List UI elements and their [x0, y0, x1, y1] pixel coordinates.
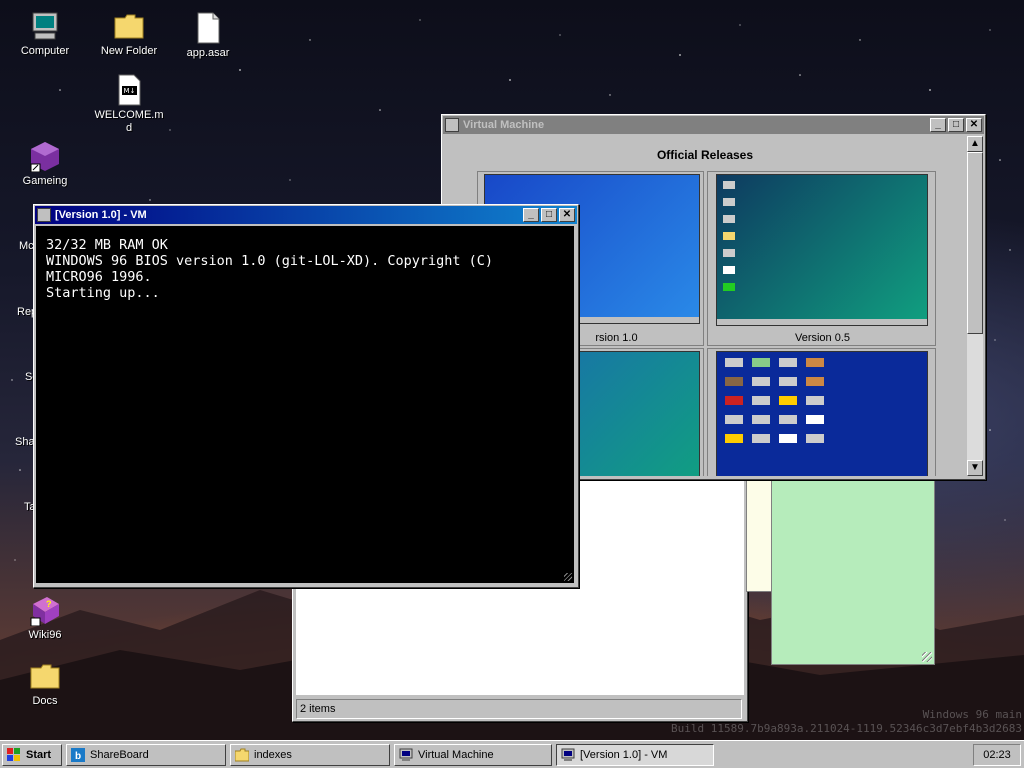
release-card-4[interactable]: [707, 348, 936, 476]
release-thumbnail: [716, 351, 928, 476]
minimize-button[interactable]: _: [930, 118, 946, 132]
markdown-file-icon: M↓: [113, 74, 145, 106]
scroll-thumb[interactable]: [967, 152, 983, 334]
folder-icon: [113, 10, 145, 42]
svg-text:M↓: M↓: [124, 87, 136, 95]
close-button[interactable]: ✕: [966, 118, 982, 132]
maximize-button[interactable]: □: [541, 208, 557, 222]
console-line: MICRO96 1996.: [46, 269, 152, 285]
console-screen[interactable]: 32/32 MB RAM OK WINDOWS 96 BIOS version …: [36, 226, 574, 583]
vm-icon: [399, 748, 413, 762]
watermark-line: Build 11589.7b9a893a.211024-1119.52346c3…: [671, 722, 1022, 735]
release-label: Version 0.5: [794, 332, 851, 344]
taskbar-item-label: Virtual Machine: [418, 749, 494, 761]
taskbar-item-label: [Version 1.0] - VM: [580, 749, 668, 761]
start-button[interactable]: Start: [2, 744, 62, 766]
desktop-icon-label: Docs: [32, 695, 58, 707]
desktop-icon-wiki96[interactable]: ? Wiki96: [9, 594, 81, 642]
desktop-icon-new-folder[interactable]: New Folder: [93, 10, 165, 58]
shareboard-icon: b: [71, 748, 85, 762]
start-label: Start: [26, 749, 52, 761]
release-thumbnail: [716, 174, 928, 326]
game-cube-icon: [29, 140, 61, 173]
desktop-icon-label: Computer: [20, 45, 70, 57]
desktop-icon-label: New Folder: [100, 45, 158, 57]
vm-icon: [445, 118, 459, 132]
computer-icon: [29, 10, 61, 42]
taskbar-item-shareboard[interactable]: b ShareBoard: [66, 744, 226, 766]
folder-icon: [234, 748, 250, 762]
console-line: WINDOWS 96 BIOS version 1.0 (git-LOL-XD)…: [46, 253, 494, 269]
svg-text:b: b: [75, 751, 81, 762]
green-pane-window: [771, 478, 935, 665]
desktop-icon-computer[interactable]: Computer: [9, 10, 81, 58]
desktop-icon-label: Gameing: [22, 175, 68, 187]
minimize-button[interactable]: _: [523, 208, 539, 222]
taskbar-item-version-vm[interactable]: [Version 1.0] - VM: [556, 744, 714, 766]
wiki-book-icon: ?: [29, 594, 61, 627]
maximize-button[interactable]: □: [948, 118, 964, 132]
resize-grip[interactable]: [922, 652, 932, 662]
svg-text:?: ?: [46, 599, 52, 609]
windows-logo-icon: [7, 748, 21, 762]
status-text: 2 items: [296, 699, 742, 719]
file-icon: [192, 12, 224, 44]
console-title-bar[interactable]: [Version 1.0] - VM _ □ ✕: [35, 206, 577, 224]
release-card-version-0-5[interactable]: Version 0.5: [707, 171, 936, 346]
official-releases-heading: Official Releases: [656, 148, 754, 162]
desktop-icon-label: Wiki96: [28, 629, 62, 641]
taskbar-item-indexes[interactable]: indexes: [230, 744, 390, 766]
console-line: 32/32 MB RAM OK: [46, 237, 168, 253]
console-vm-window: [Version 1.0] - VM _ □ ✕ 32/32 MB RAM OK…: [33, 204, 579, 588]
partial-desktop-label: Sha: [15, 436, 35, 448]
document-window: [746, 478, 773, 592]
resize-grip[interactable]: [564, 573, 572, 581]
desktop-icon-label: WELCOME.md: [94, 109, 164, 134]
explorer-status-bar: 2 items: [296, 699, 742, 719]
system-tray-clock[interactable]: 02:23: [973, 744, 1021, 766]
taskbar-item-label: ShareBoard: [90, 749, 149, 761]
taskbar: Start b ShareBoard indexes Virtual Machi…: [0, 740, 1024, 768]
desktop-icon-app-asar[interactable]: app.asar: [172, 12, 244, 60]
folder-icon: [29, 660, 61, 692]
taskbar-item-virtual-machine[interactable]: Virtual Machine: [394, 744, 552, 766]
thumbnail-icon-grid: [725, 358, 825, 443]
vm-title-bar[interactable]: Virtual Machine _ □ ✕: [443, 116, 984, 134]
vm-title: Virtual Machine: [463, 119, 545, 131]
scroll-up-button[interactable]: ▲: [967, 136, 983, 152]
close-button[interactable]: ✕: [559, 208, 575, 222]
thumbnail-icons: [723, 181, 735, 300]
vm-icon: [37, 208, 51, 222]
scroll-down-button[interactable]: ▼: [967, 460, 983, 476]
vm-scrollbar[interactable]: ▲ ▼: [967, 136, 983, 476]
vm-icon: [561, 748, 575, 762]
desktop-icon-docs[interactable]: Docs: [9, 660, 81, 708]
console-title: [Version 1.0] - VM: [55, 209, 147, 221]
taskbar-item-label: indexes: [254, 749, 292, 761]
desktop-icon-welcome-md[interactable]: M↓ WELCOME.md: [93, 74, 165, 135]
console-line: Starting up...: [46, 285, 160, 301]
desktop-icon-label: app.asar: [186, 47, 230, 59]
desktop-icon-gameing[interactable]: Gameing: [9, 140, 81, 188]
thumbnail-taskbar: [717, 319, 927, 325]
